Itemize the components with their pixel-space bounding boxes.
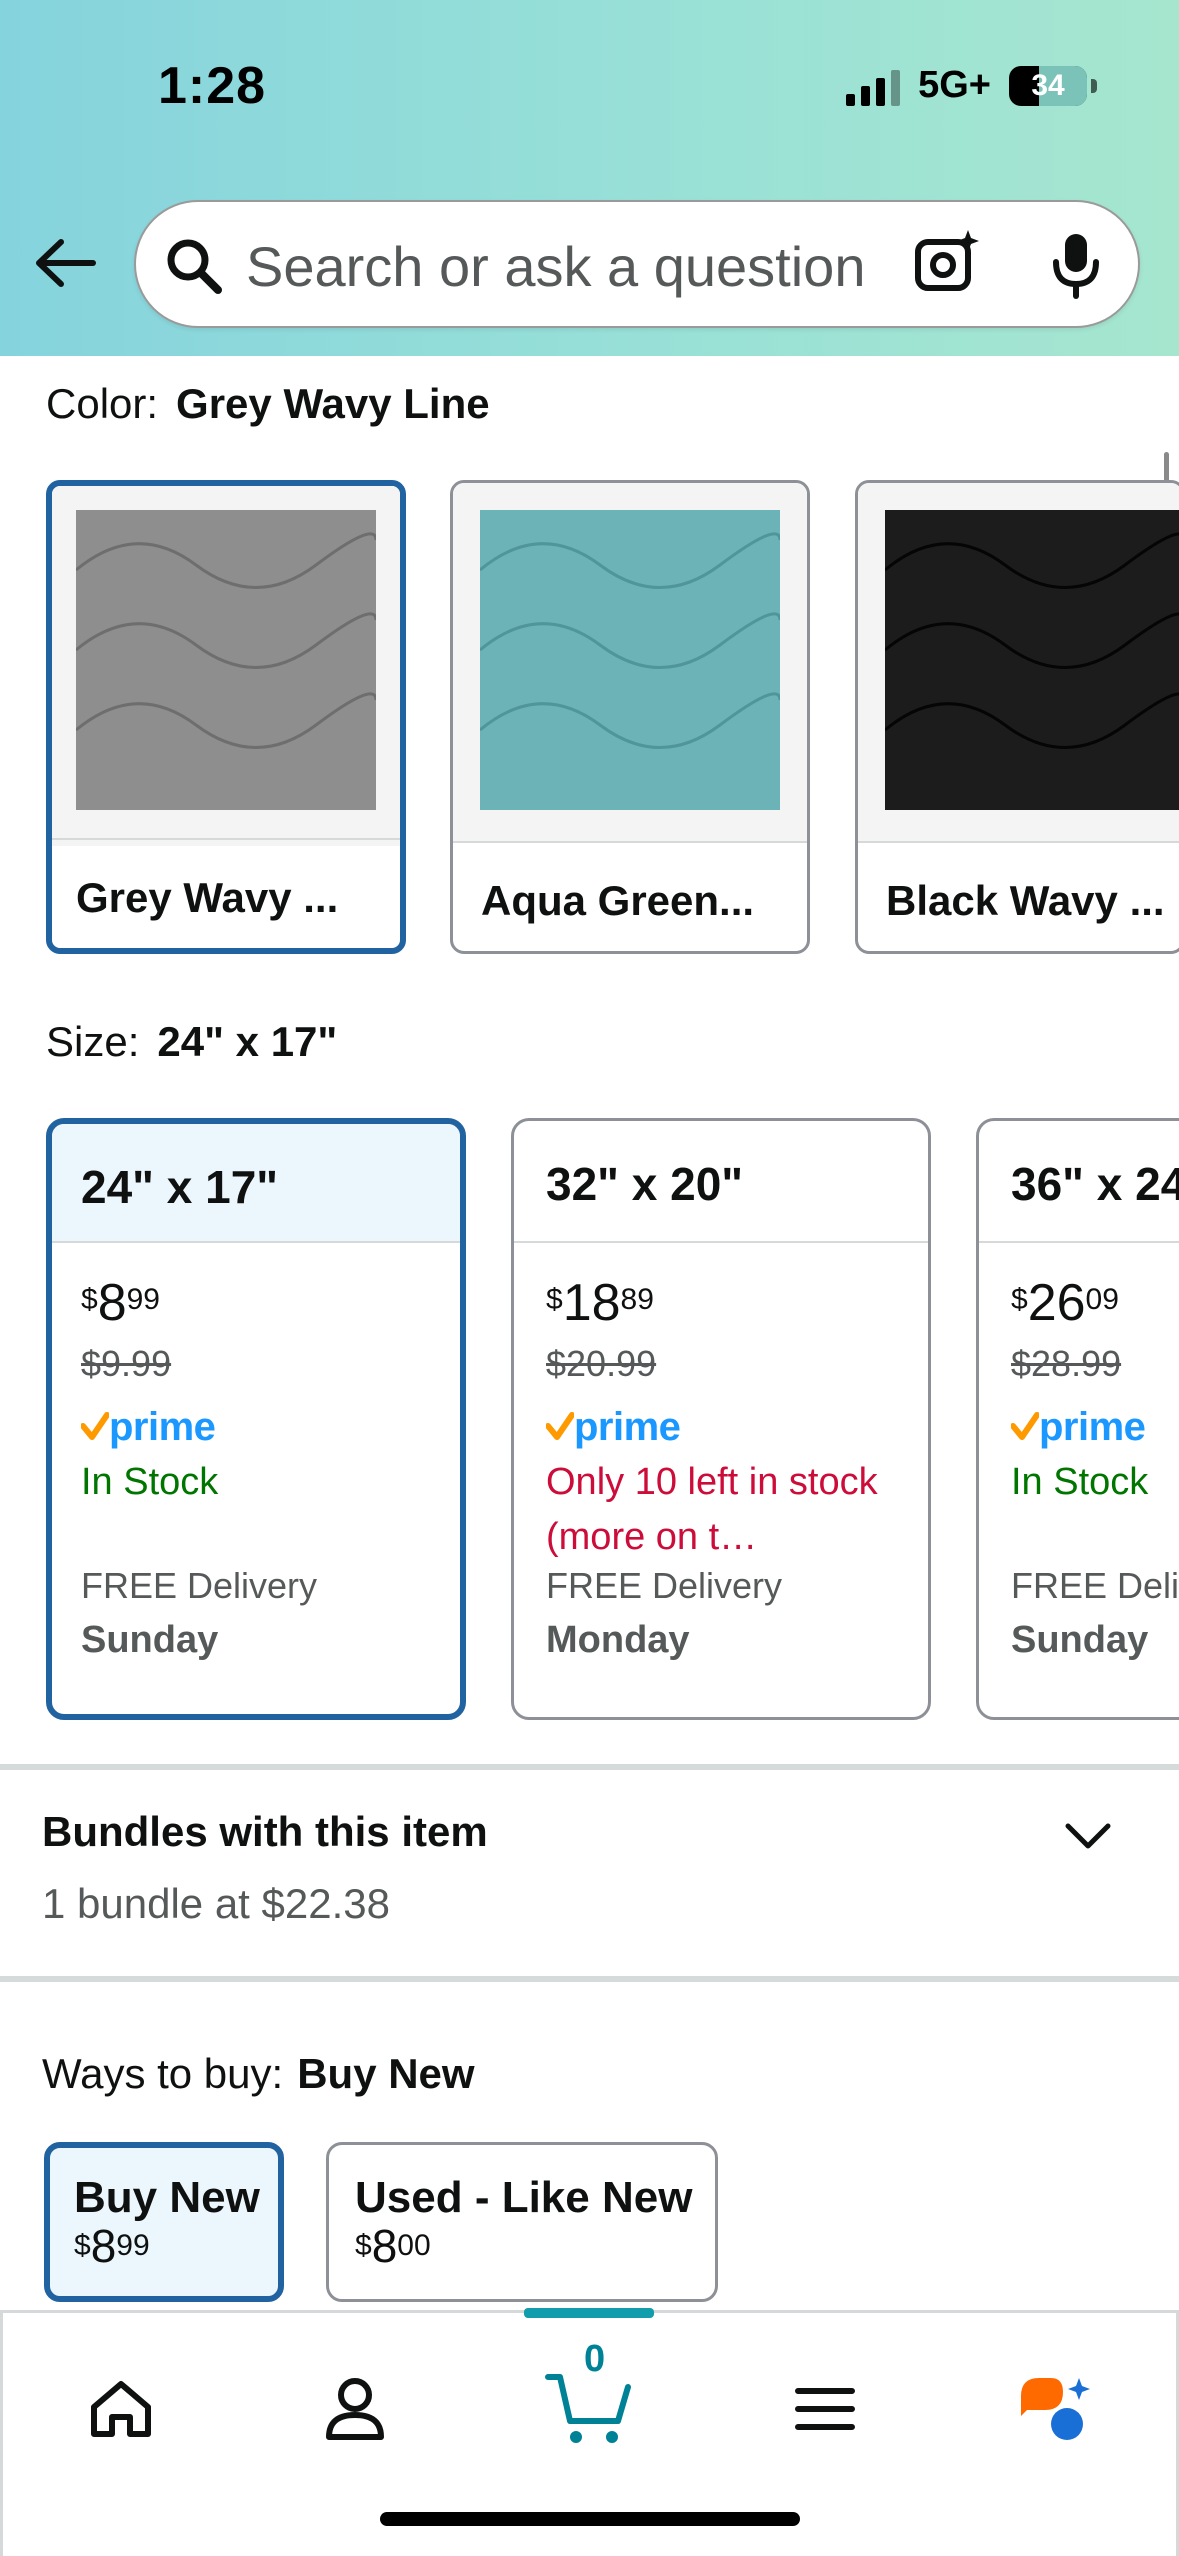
prime-badge: prime: [1011, 1399, 1171, 1455]
menu-icon[interactable]: [775, 2359, 875, 2459]
color-option-label: Black Wavy ...: [858, 841, 1179, 951]
buy-option-label: Used - Like New: [355, 2173, 693, 2222]
buy-option-label: Buy New: [74, 2173, 260, 2222]
home-icon[interactable]: [71, 2359, 171, 2459]
cellular-signal-icon: [846, 66, 901, 106]
color-option-aqua[interactable]: Aqua Green...: [450, 480, 810, 954]
size-price: $26 09: [1011, 1274, 1119, 1332]
prime-check-icon: [81, 1412, 109, 1440]
microphone-icon[interactable]: [1046, 230, 1106, 305]
size-price: $8 99: [81, 1274, 160, 1332]
camera-lens-icon[interactable]: [912, 228, 982, 303]
search-bar[interactable]: [134, 200, 1140, 328]
color-label: Color:: [46, 380, 159, 427]
black-swatch-image: [885, 510, 1179, 810]
size-label: Size:: [46, 1018, 140, 1065]
section-divider: [0, 1976, 1179, 1982]
ways-to-buy-row: Ways to buy: Buy New: [42, 2050, 475, 2098]
home-indicator[interactable]: [380, 2512, 800, 2526]
size-was-price: $20.99: [546, 1343, 657, 1384]
stock-status: Only 10 left in stock (more on t…: [546, 1461, 878, 1558]
prime-check-icon: [546, 1412, 574, 1440]
delivery-text: FREE Delivery: [546, 1565, 783, 1606]
cart-tab-indicator: [524, 2308, 654, 2318]
color-option-label: Aqua Green...: [453, 841, 807, 951]
size-option-32x20[interactable]: 32" x 20" $18 89 $20.99 prime Only 10 lef…: [511, 1118, 931, 1720]
status-time: 1:28: [158, 57, 267, 115]
prime-badge: prime: [81, 1399, 428, 1455]
battery-icon: 34: [1009, 65, 1097, 106]
size-was-price: $9.99: [81, 1343, 172, 1384]
size-option-name: 24" x 17": [52, 1124, 460, 1243]
back-arrow-icon[interactable]: [30, 228, 100, 298]
buy-option-price: $8 99: [74, 2220, 150, 2272]
aqua-swatch-image: [480, 510, 780, 810]
color-label-row: Color: Grey Wavy Line: [46, 380, 490, 428]
account-icon[interactable]: [305, 2359, 405, 2459]
size-price: $18 89: [546, 1274, 654, 1332]
network-type: 5G+: [918, 64, 991, 106]
color-selected-value: Grey Wavy Line: [176, 380, 490, 427]
stock-status: In Stock: [81, 1461, 219, 1503]
delivery-day: Sunday: [81, 1619, 219, 1661]
battery-level: 34: [1031, 68, 1065, 102]
search-icon: [164, 236, 224, 301]
color-option-label: Grey Wavy ...: [52, 838, 400, 948]
ways-to-buy-label: Ways to buy:: [42, 2050, 284, 2097]
search-input[interactable]: [246, 228, 966, 304]
size-label-row: Size: 24" x 17": [46, 1018, 337, 1066]
rufus-icon[interactable]: [1007, 2359, 1107, 2459]
size-option-24x17[interactable]: 24" x 17" $8 99 $9.99 prime In Stock FREE…: [46, 1118, 466, 1720]
prime-badge: prime: [546, 1399, 896, 1455]
ways-to-buy-selected: Buy New: [297, 2050, 475, 2097]
delivery-day: Sunday: [1011, 1619, 1149, 1661]
delivery-text: FREE Deli: [1011, 1565, 1179, 1606]
size-option-name: 32" x 20": [514, 1121, 928, 1243]
size-option-36x24[interactable]: 36" x 24 $26 09 $28.99 prime In Stock FRE…: [976, 1118, 1179, 1720]
cart-count-badge: 0: [584, 2338, 606, 2380]
size-was-price: $28.99: [1011, 1343, 1122, 1384]
buy-option-price: $8 00: [355, 2220, 431, 2272]
bundles-subtitle: 1 bundle at $22.38: [42, 1880, 390, 1927]
used-like-new-option[interactable]: Used - Like New $8 00: [326, 2142, 718, 2302]
size-selected-value: 24" x 17": [157, 1018, 338, 1065]
buy-new-option[interactable]: Buy New $8 99: [44, 2142, 284, 2302]
bundles-title[interactable]: Bundles with this item: [42, 1808, 488, 1856]
prime-check-icon: [1011, 1412, 1039, 1440]
delivery-text: FREE Delivery: [81, 1565, 318, 1606]
color-option-black[interactable]: Black Wavy ...: [855, 480, 1179, 954]
delivery-day: Monday: [546, 1619, 690, 1661]
size-option-name: 36" x 24: [979, 1121, 1179, 1243]
stock-status: In Stock: [1011, 1461, 1149, 1503]
section-divider: [0, 1764, 1179, 1770]
color-option-grey[interactable]: Grey Wavy ...: [46, 480, 406, 954]
grey-swatch-image: [76, 510, 376, 810]
status-icons: 5G+ 34: [846, 64, 1097, 107]
chevron-down-icon[interactable]: [1064, 1822, 1112, 1857]
